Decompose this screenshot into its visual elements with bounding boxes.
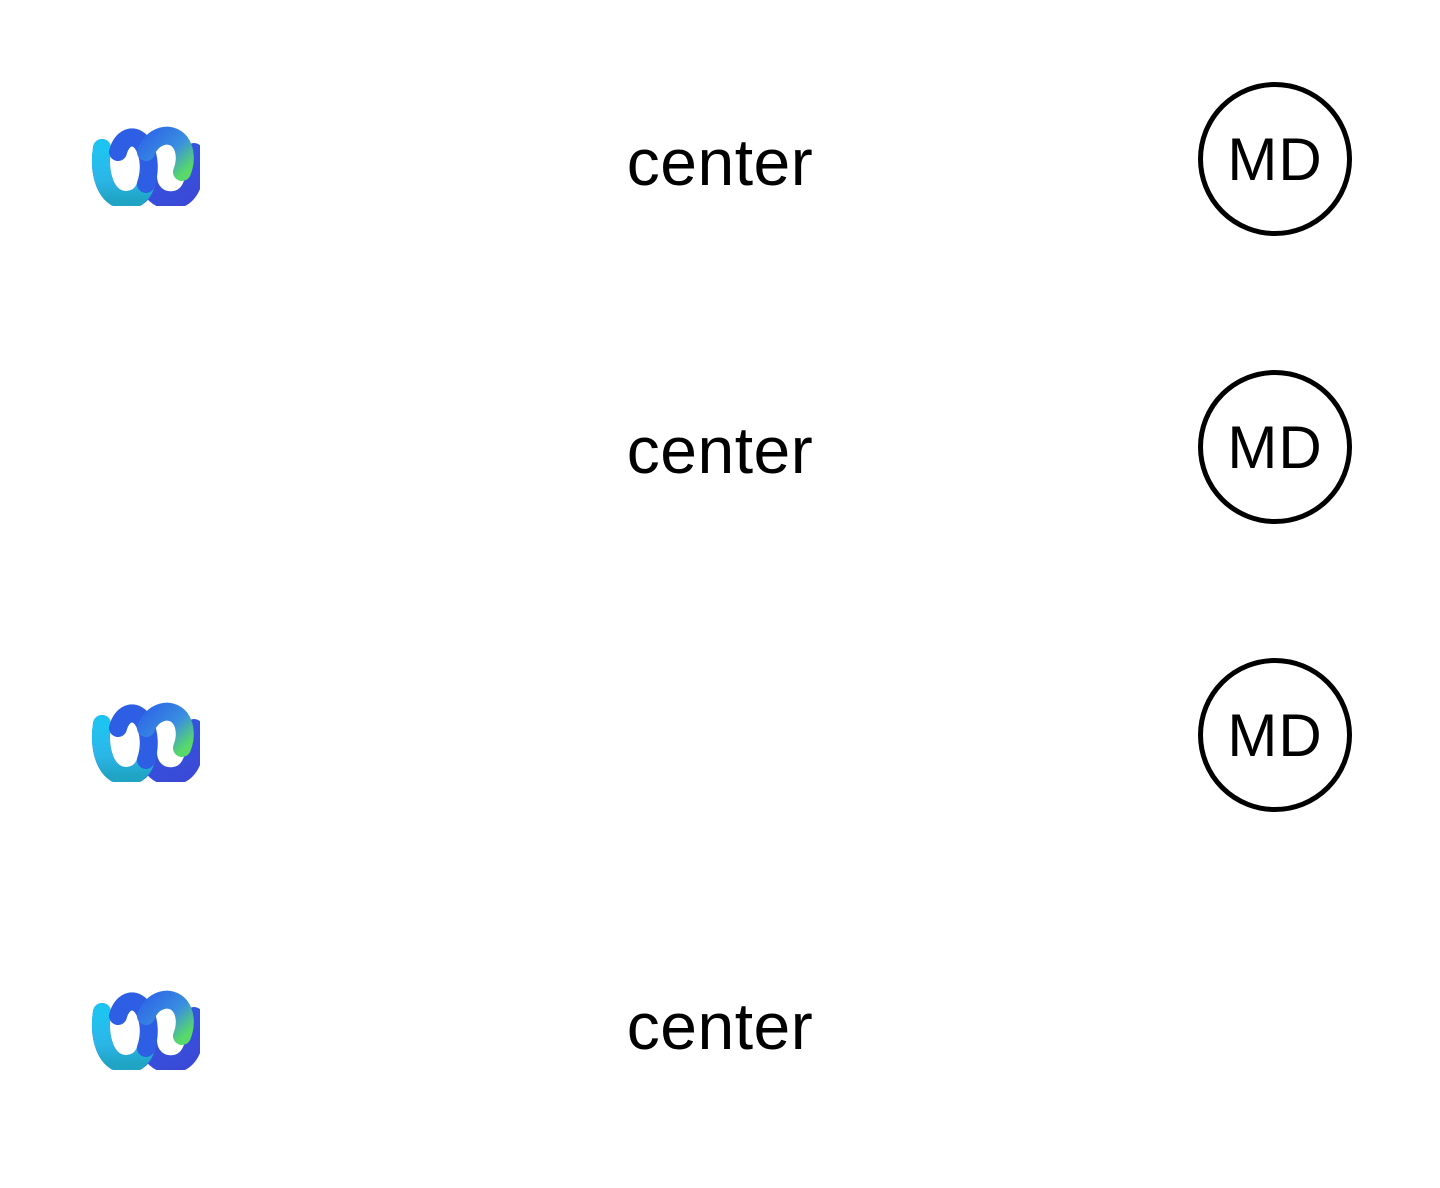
- header-variant-logo-center: center: [0, 946, 1440, 1106]
- webex-logo-icon[interactable]: [88, 986, 200, 1070]
- webex-logo-icon[interactable]: [88, 698, 200, 782]
- header-variant-center-avatar: center MD: [0, 370, 1440, 530]
- user-avatar[interactable]: MD: [1198, 370, 1352, 524]
- user-avatar[interactable]: MD: [1198, 82, 1352, 236]
- webex-logo-icon[interactable]: [88, 122, 200, 206]
- header-variant-logo-center-avatar: center MD: [0, 82, 1440, 242]
- user-avatar[interactable]: MD: [1198, 658, 1352, 812]
- center-title: center: [626, 989, 814, 1063]
- header-variant-logo-avatar: MD: [0, 658, 1440, 818]
